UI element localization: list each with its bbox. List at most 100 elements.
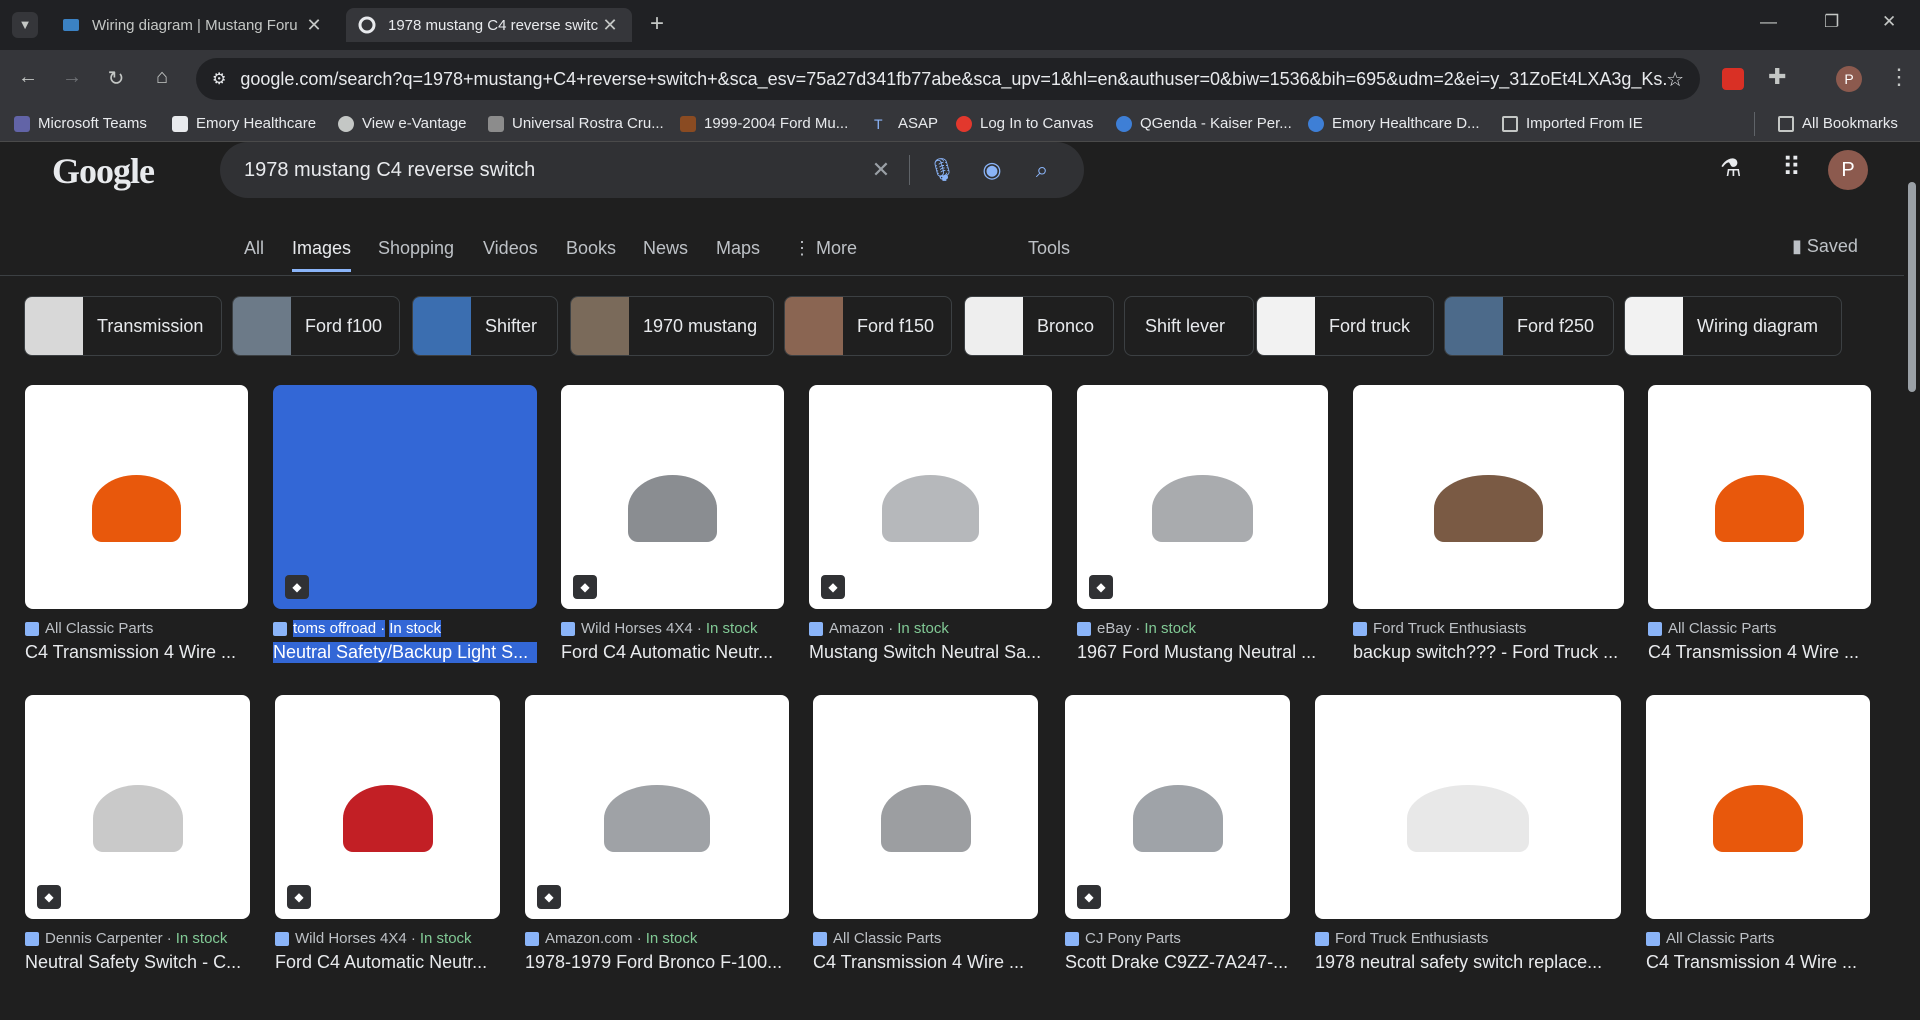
result-title[interactable]: Mustang Switch Neutral Sa... <box>809 642 1052 663</box>
close-icon[interactable]: ✕ <box>304 15 324 36</box>
image-result-card[interactable]: ◆ eBay · In stock 1967 Ford Mustang Neutra… <box>1077 385 1328 663</box>
result-title[interactable]: Ford C4 Automatic Neutr... <box>561 642 784 663</box>
search-input[interactable]: 1978 mustang C4 reverse switch <box>244 159 849 182</box>
restore-button[interactable]: ❐ <box>1824 12 1839 32</box>
result-image[interactable] <box>25 385 248 609</box>
result-source[interactable]: Dennis Carpenter · In stock <box>25 930 250 947</box>
search-box[interactable]: 1978 mustang C4 reverse switch ✕ 🎙 ◉ ⌕ <box>220 142 1084 198</box>
chip-ford-truck[interactable]: Ford truck <box>1256 296 1434 356</box>
result-source[interactable]: Ford Truck Enthusiasts <box>1315 930 1621 947</box>
result-image[interactable]: ◆ <box>809 385 1052 609</box>
result-image[interactable]: ◆ <box>525 695 789 919</box>
close-icon[interactable]: ✕ <box>600 15 620 36</box>
image-result-card[interactable]: ◆ toms offroad · In stock Neutral Safety/B… <box>273 385 537 663</box>
result-source[interactable]: eBay · In stock <box>1077 620 1328 637</box>
chip-transmission[interactable]: Transmission <box>24 296 222 356</box>
bookmark-emory-healthcare[interactable]: Emory Healthcare <box>172 115 316 132</box>
result-image[interactable]: ◆ <box>273 385 537 609</box>
bookmark-imported-from-ie[interactable]: Imported From IE <box>1502 115 1643 132</box>
result-image[interactable]: ◆ <box>1077 385 1328 609</box>
result-source[interactable]: Amazon · In stock <box>809 620 1052 637</box>
result-title[interactable]: C4 Transmission 4 Wire ... <box>25 642 248 663</box>
result-image[interactable]: ◆ <box>1065 695 1290 919</box>
result-source[interactable]: All Classic Parts <box>25 620 248 637</box>
new-tab-button[interactable]: + <box>650 10 664 38</box>
result-title[interactable]: 1967 Ford Mustang Neutral ... <box>1077 642 1328 663</box>
tab-more[interactable]: ⋮ More <box>793 238 857 259</box>
bookmark-emory-healthcare-d[interactable]: Emory Healthcare D... <box>1308 115 1480 132</box>
reload-icon[interactable]: ↻ <box>102 66 130 91</box>
result-title[interactable]: Scott Drake C9ZZ-7A247-... <box>1065 952 1290 973</box>
scrollbar-thumb[interactable] <box>1908 182 1916 392</box>
minimize-button[interactable]: — <box>1760 12 1777 32</box>
image-result-card[interactable]: All Classic Parts C4 Transmission 4 Wire … <box>1648 385 1871 663</box>
result-title[interactable]: Ford C4 Automatic Neutr... <box>275 952 500 973</box>
tab-news[interactable]: News <box>643 238 688 259</box>
back-icon[interactable]: ← <box>14 66 42 89</box>
chip-shift-lever[interactable]: Shift lever <box>1124 296 1254 356</box>
address-bar[interactable]: ⚙ google.com/search?q=1978+mustang+C4+re… <box>196 58 1700 100</box>
page-scrollbar[interactable] <box>1904 142 1920 1020</box>
tab-books[interactable]: Books <box>566 238 616 259</box>
address-url[interactable]: google.com/search?q=1978+mustang+C4+reve… <box>240 69 1666 90</box>
bookmark-e-vantage[interactable]: View e-Vantage <box>338 115 467 132</box>
saved-button[interactable]: ▮ Saved <box>1792 236 1858 257</box>
image-result-card[interactable]: ◆ CJ Pony Parts Scott Drake C9ZZ-7A247-... <box>1065 695 1290 973</box>
result-title[interactable]: Neutral Safety Switch - C... <box>25 952 250 973</box>
result-source[interactable]: All Classic Parts <box>1648 620 1871 637</box>
chip-shifter[interactable]: Shifter <box>412 296 558 356</box>
microphone-icon[interactable]: 🎙 <box>924 157 960 183</box>
tab-tools[interactable]: Tools <box>1028 238 1070 259</box>
image-result-card[interactable]: All Classic Parts C4 Transmission 4 Wire … <box>813 695 1038 973</box>
result-title[interactable]: C4 Transmission 4 Wire ... <box>1646 952 1870 973</box>
google-logo[interactable]: Google <box>52 150 155 192</box>
bookmark-star-icon[interactable]: ☆ <box>1666 67 1684 92</box>
window-close-button[interactable]: ✕ <box>1882 12 1896 32</box>
labs-flask-icon[interactable]: ⚗ <box>1720 154 1742 183</box>
tab-google-search[interactable]: 1978 mustang C4 reverse switc ✕ <box>346 8 632 42</box>
result-image[interactable]: ◆ <box>561 385 784 609</box>
image-result-card[interactable]: Ford Truck Enthusiasts 1978 neutral safet… <box>1315 695 1621 973</box>
extension-icon[interactable] <box>1722 68 1744 90</box>
result-image[interactable] <box>1353 385 1624 609</box>
image-result-card[interactable]: ◆ Amazon.com · In stock 1978-1979 Ford Bro… <box>525 695 789 973</box>
apps-grid-icon[interactable]: ⠿ <box>1782 152 1801 183</box>
result-title[interactable]: 1978 neutral safety switch replace... <box>1315 952 1621 973</box>
result-image[interactable]: ◆ <box>275 695 500 919</box>
result-source[interactable]: Wild Horses 4X4 · In stock <box>561 620 784 637</box>
google-account-avatar[interactable]: P <box>1828 150 1868 190</box>
tab-all[interactable]: All <box>244 238 264 259</box>
profile-avatar[interactable]: P <box>1836 66 1862 92</box>
result-image[interactable]: ◆ <box>25 695 250 919</box>
result-source[interactable]: All Classic Parts <box>813 930 1038 947</box>
image-result-card[interactable]: ◆ Amazon · In stock Mustang Switch Neutral… <box>809 385 1052 663</box>
tab-wiring-diagram[interactable]: Wiring diagram | Mustang Foru ✕ <box>50 8 336 42</box>
result-source[interactable]: Amazon.com · In stock <box>525 930 789 947</box>
image-result-card[interactable]: Ford Truck Enthusiasts backup switch??? -… <box>1353 385 1624 663</box>
tab-videos[interactable]: Videos <box>483 238 538 259</box>
image-result-card[interactable]: ◆ Dennis Carpenter · In stock Neutral Safe… <box>25 695 250 973</box>
chip-ford-f100[interactable]: Ford f100 <box>232 296 400 356</box>
forward-icon[interactable]: → <box>58 66 86 89</box>
tab-maps[interactable]: Maps <box>716 238 760 259</box>
bookmark-universal-rostra[interactable]: Universal Rostra Cru... <box>488 115 664 132</box>
tab-shopping[interactable]: Shopping <box>378 238 454 259</box>
chip-bronco[interactable]: Bronco <box>964 296 1114 356</box>
result-image[interactable] <box>1315 695 1621 919</box>
result-source[interactable]: Ford Truck Enthusiasts <box>1353 620 1624 637</box>
result-title[interactable]: C4 Transmission 4 Wire ... <box>1648 642 1871 663</box>
result-source[interactable]: toms offroad · In stock <box>273 620 537 637</box>
menu-kebab-icon[interactable]: ⋮ <box>1888 64 1910 90</box>
bookmark-canvas[interactable]: Log In to Canvas <box>956 115 1093 132</box>
clear-icon[interactable]: ✕ <box>863 157 899 183</box>
result-image[interactable] <box>1646 695 1870 919</box>
bookmark-qgenda-kaiser[interactable]: QGenda - Kaiser Per... <box>1116 115 1292 132</box>
result-title[interactable]: Neutral Safety/Backup Light S... <box>273 642 537 663</box>
image-result-card[interactable]: All Classic Parts C4 Transmission 4 Wire … <box>1646 695 1870 973</box>
result-title[interactable]: 1978-1979 Ford Bronco F-100... <box>525 952 789 973</box>
result-source[interactable]: All Classic Parts <box>1646 930 1870 947</box>
extensions-puzzle-icon[interactable]: ✚ <box>1768 64 1786 90</box>
tab-images[interactable]: Images <box>292 238 352 272</box>
tab-search-button[interactable]: ▼ <box>12 12 38 38</box>
result-image[interactable] <box>813 695 1038 919</box>
